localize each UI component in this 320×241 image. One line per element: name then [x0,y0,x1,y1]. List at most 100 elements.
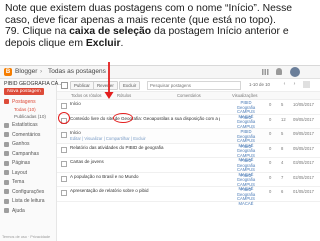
sidebar-item-campanhas[interactable]: Campanhas [0,149,56,159]
previous-page-button[interactable]: ‹ [281,81,288,88]
post-title[interactable]: Apresentação de relatório sobre o pibid [70,188,220,194]
sidebar-footer[interactable]: Termos de uso · Privacidade [2,235,50,239]
sidebar-item-label: Estatísticas [12,122,38,128]
pagination-status: 1-10 de 10 [249,82,270,87]
post-date: 05/05/2017 [293,145,314,151]
table-row[interactable]: Conteúdo livre do site de Geografia: Geo… [57,115,320,133]
post-title[interactable]: Início [70,130,220,136]
earnings-icon [4,141,9,147]
sidebar-item-paginas[interactable]: Páginas [0,159,56,169]
delete-button[interactable]: Excluir [119,81,141,90]
post-views: 5 [281,102,284,107]
table-row[interactable]: Apresentação de relatório sobre o pibid … [57,187,320,206]
row-checkbox[interactable] [61,175,67,182]
breadcrumb-separator: › [40,68,43,75]
sidebar-item-label: Todas (10) [14,107,36,112]
post-comments: 0 [269,145,272,151]
comments-icon [4,132,9,137]
sidebar-item-configuracoes[interactable]: Configurações [0,187,56,197]
sidebar-item-comentarios[interactable]: Comentários [0,130,56,140]
table-row[interactable]: Cartas de jovens PIBID Geografia CAMPUS … [57,158,320,177]
row-checkbox[interactable] [61,146,67,153]
sidebar: PIBID GEOGRAFIA CA... Nova postagem Post… [0,79,63,241]
post-views: 8 [281,145,284,151]
top-bar: B Blogger › Todas as postagens [0,66,320,79]
help-icon [4,208,9,213]
sidebar-item-postagens[interactable]: Postagens [0,97,56,107]
post-comments: 0 [269,174,272,180]
row-checkbox[interactable] [61,190,67,196]
posts-toolbar: Publicar Reverter Excluir 1-10 de 10 ‹ › [57,79,320,92]
brand-name: Blogger [15,68,38,75]
table-row[interactable]: A população no Brasil e no Mundo PIBID G… [57,173,320,191]
post-views: 6 [281,189,284,194]
row-checkbox[interactable] [61,132,67,138]
row-checkbox[interactable] [61,103,67,109]
sidebar-item-publicadas[interactable]: Publicadas (10) [0,114,56,121]
sidebar-item-ajuda[interactable]: Ajuda [0,206,56,216]
next-page-button[interactable]: › [291,81,298,88]
tutorial-caption: Note que existem duas postagens com o no… [5,3,317,49]
view-options-icon[interactable] [303,81,310,88]
sidebar-item-label: Layout [12,169,28,176]
caption-line2-suffix: . [120,37,124,49]
caption-bold-delete: Excluir [85,37,121,49]
new-post-button[interactable]: Nova postagem [4,88,44,95]
stats-icon [4,122,9,128]
post-comments: 0 [269,189,272,194]
notifications-icon[interactable] [276,68,282,75]
sidebar-item-lista-de-leitura[interactable]: Lista de leitura [0,197,56,207]
sidebar-item-ganhos[interactable]: Ganhos [0,140,56,150]
post-title[interactable]: A população no Brasil e no Mundo [70,174,220,180]
posts-icon [4,99,9,104]
post-title[interactable]: Cartas de jovens [70,159,220,165]
avatar[interactable] [290,67,300,77]
post-actions[interactable]: Editar | Visualizar | Compartilhar | Exc… [70,136,146,141]
table-row[interactable]: Relatório das atividades do PIBID de geo… [57,144,320,162]
post-author[interactable]: PIBID Geografia CAMPUS MACAÉ [233,187,259,206]
filter-all-labels[interactable]: Todos os rótulos [71,93,102,98]
apps-grid-icon[interactable] [262,69,269,75]
table-row[interactable]: Início PIBID Geografia CAMPUS MACAÉ 0 5 … [57,100,320,119]
sidebar-item-label: Comentários [12,131,41,138]
sidebar-item-label: Tema [12,179,25,185]
post-date: 01/05/2017 [293,189,314,194]
pages-icon [4,160,9,166]
sidebar-item-tema[interactable]: Tema [0,178,56,188]
blog-name[interactable]: PIBID GEOGRAFIA CA... [4,81,63,87]
reading-list-icon [4,198,9,204]
sidebar-item-todas[interactable]: Todas (10) [0,107,56,114]
blogger-screenshot: B Blogger › Todas as postagens PIBID GEO… [0,65,320,241]
sidebar-item-label: Ganhos [12,141,30,147]
post-title[interactable]: Início [70,101,220,107]
search-box [147,81,241,90]
post-title[interactable]: Conteúdo livre do site de Geografia: Geo… [70,116,220,122]
sidebar-item-label: Configurações [12,188,45,195]
sidebar-item-layout[interactable]: Layout [0,168,56,178]
select-all-checkbox[interactable] [61,82,68,89]
filter-views[interactable]: Visualizações [232,93,258,98]
table-row[interactable]: Início Editar | Visualizar | Compartilha… [57,129,320,148]
post-views: 4 [281,160,284,165]
posts-panel: Publicar Reverter Excluir 1-10 de 10 ‹ ›… [57,79,320,241]
publish-button[interactable]: Publicar [70,81,94,90]
post-comments: 0 [269,102,272,107]
annotation-circle-delete [113,113,133,123]
posts-list: Início PIBID Geografia CAMPUS MACAÉ 0 5 … [57,100,320,206]
post-date: 02/05/2017 [293,174,314,180]
blogger-logo-icon[interactable]: B [4,68,12,76]
post-date: 03/05/2017 [293,160,314,165]
sidebar-item-label: Campanhas [12,150,39,157]
caption-bold-checkbox: caixa de seleção [69,26,152,38]
filter-labels[interactable]: Rótulos [117,93,131,98]
sidebar-item-label: Publicadas (10) [14,114,46,119]
sidebar-item-estatisticas[interactable]: Estatísticas [0,121,56,131]
search-input[interactable] [150,82,236,89]
post-title[interactable]: Relatório das atividades do PIBID de geo… [70,145,220,151]
row-checkbox[interactable] [61,161,67,167]
theme-icon [4,179,9,185]
revert-button[interactable]: Reverter [93,81,118,90]
filter-comments[interactable]: Comentários [177,93,201,98]
sidebar-item-label: Ajuda [12,207,25,214]
post-views: 12 [281,116,286,122]
